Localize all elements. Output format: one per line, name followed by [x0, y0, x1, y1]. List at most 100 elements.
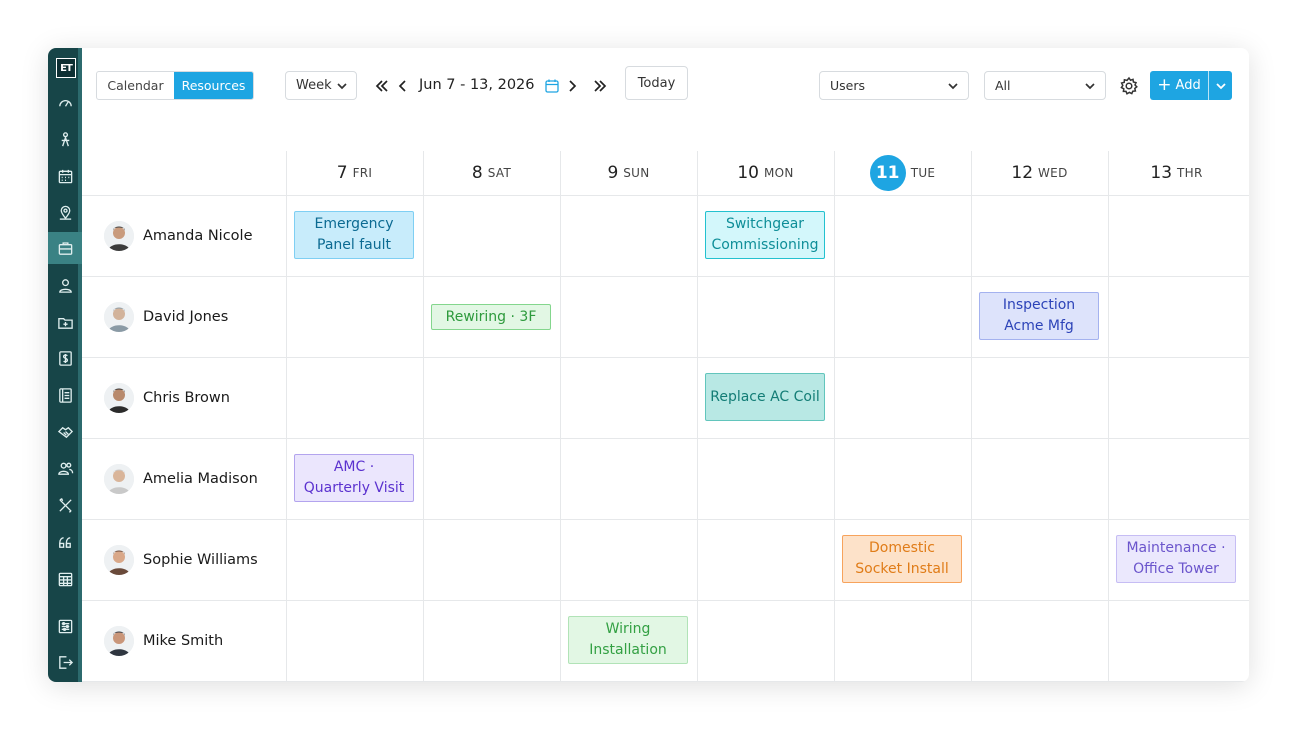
chevron-down-icon	[1084, 80, 1096, 95]
event-title: Switchgear Commissioning	[711, 216, 819, 253]
chevron-right-icon[interactable]	[564, 78, 580, 94]
sidebar-item-logout[interactable]	[48, 646, 82, 678]
sidebar-item-calendar[interactable]	[48, 160, 82, 192]
map-pin-icon	[59, 205, 71, 220]
day-header-sat[interactable]: 8 SAT	[423, 151, 560, 195]
day-number: 9	[607, 163, 619, 183]
day-of-week: MON	[763, 166, 794, 180]
row-divider	[82, 195, 1249, 196]
sidebar-item-map-pin[interactable]	[48, 196, 82, 228]
avatar	[104, 302, 134, 332]
users-icon	[57, 462, 73, 475]
sidebar-item-document[interactable]	[48, 379, 82, 411]
sidebar-item-sliders[interactable]	[48, 610, 82, 642]
event-card[interactable]: Rewiring · 3F	[431, 304, 551, 330]
day-header-mon[interactable]: 10 MON	[697, 151, 834, 195]
event-card[interactable]: Domestic Socket Install	[842, 535, 962, 583]
column-divider	[697, 151, 698, 682]
day-header-fri[interactable]: 7 FRI	[286, 151, 423, 195]
day-of-week: TUE	[910, 166, 936, 180]
logout-icon	[58, 655, 73, 669]
tools-icon	[58, 497, 72, 513]
tab-resources[interactable]: Resources	[174, 72, 253, 99]
row-divider	[82, 681, 1249, 682]
avatar	[104, 383, 134, 413]
day-number: 10	[737, 163, 759, 183]
resource-row-person[interactable]: Chris Brown	[104, 383, 230, 413]
today-button[interactable]: Today	[625, 66, 688, 100]
day-of-week: WED	[1038, 166, 1068, 180]
resource-row-person[interactable]: Amanda Nicole	[104, 221, 253, 251]
spreadsheet-icon	[58, 572, 72, 586]
sidebar-item-spreadsheet[interactable]	[48, 563, 82, 595]
sidebar-item-dollar[interactable]	[48, 342, 82, 374]
row-divider	[82, 357, 1249, 358]
sidebar-item-dashboard[interactable]	[48, 86, 82, 118]
briefcase-icon	[58, 241, 72, 255]
day-number: 13	[1150, 163, 1173, 183]
event-card[interactable]: AMC · Quarterly Visit	[294, 454, 414, 502]
app-window: ET Calendar Resources Week Jun 7 - 13, 2…	[48, 48, 1249, 682]
resource-row-person[interactable]: Mike Smith	[104, 626, 223, 656]
date-range-label: Jun 7 - 13, 2026	[419, 77, 535, 93]
person-name: Mike Smith	[143, 633, 224, 649]
event-title: Rewiring · 3F	[445, 308, 537, 325]
add-button[interactable]: + Add	[1150, 71, 1208, 100]
calendar-picker-icon[interactable]	[544, 78, 560, 94]
double-chevron-right-icon[interactable]	[592, 78, 608, 94]
user-icon	[58, 278, 72, 293]
document-icon	[58, 387, 72, 403]
calendar-icon	[58, 169, 72, 183]
add-button-group: + Add	[1150, 71, 1232, 100]
column-divider	[560, 151, 561, 682]
day-header-sun[interactable]: 9 SUN	[560, 151, 697, 195]
sidebar-item-briefcase[interactable]	[48, 232, 82, 264]
person-name: David Jones	[143, 309, 229, 325]
avatar	[104, 626, 134, 656]
chevron-left-icon[interactable]	[395, 78, 411, 94]
event-card[interactable]: Emergency Panel fault	[294, 211, 414, 259]
event-card[interactable]: Wiring Installation	[568, 616, 688, 664]
person-name: Amanda Nicole	[143, 228, 253, 244]
sidebar-item-person-pin[interactable]	[48, 123, 82, 155]
sidebar-item-users[interactable]	[48, 452, 82, 484]
day-of-week: FRI	[352, 166, 373, 180]
sliders-icon	[58, 619, 72, 633]
sidebar-item-handshake[interactable]	[48, 416, 82, 448]
tab-calendar[interactable]: Calendar	[97, 72, 174, 99]
resource-row-person[interactable]: David Jones	[104, 302, 228, 332]
add-dropdown-toggle[interactable]	[1209, 71, 1232, 100]
main-panel: Calendar Resources Week Jun 7 - 13, 2026…	[82, 48, 1249, 682]
day-header-tue[interactable]: 11 TUE	[834, 151, 971, 195]
row-divider	[82, 276, 1249, 277]
person-name: Sophie Williams	[143, 552, 258, 568]
row-divider	[82, 438, 1249, 439]
gear-icon[interactable]	[1119, 76, 1139, 96]
day-number: 7	[336, 163, 348, 183]
day-header-wed[interactable]: 12 WED	[971, 151, 1108, 195]
range-select-value: Week	[296, 78, 332, 93]
sidebar-item-folder-plus[interactable]	[48, 306, 82, 338]
column-divider	[286, 151, 287, 682]
today-button-label: Today	[637, 75, 676, 91]
double-chevron-left-icon[interactable]	[374, 78, 390, 94]
app-logo[interactable]: ET	[56, 58, 76, 78]
resource-row-person[interactable]: Amelia Madison	[104, 464, 258, 494]
range-select[interactable]: Week	[285, 71, 357, 100]
avatar	[104, 464, 134, 494]
resource-row-person[interactable]: Sophie Williams	[104, 545, 258, 575]
day-header-thr[interactable]: 13 THR	[1108, 151, 1245, 195]
all-filter-select[interactable]: All	[984, 71, 1106, 100]
avatar	[104, 221, 134, 251]
event-card[interactable]: Inspection Acme Mfg	[979, 292, 1099, 340]
column-divider	[1108, 151, 1109, 682]
sidebar-item-tools[interactable]	[48, 489, 82, 521]
folder-plus-icon	[57, 317, 73, 329]
sidebar-item-quote[interactable]	[48, 526, 82, 558]
event-card[interactable]: Maintenance · Office Tower	[1116, 535, 1236, 583]
event-card[interactable]: Replace AC Coil	[705, 373, 825, 421]
users-filter-select[interactable]: Users	[819, 71, 969, 100]
event-card[interactable]: Switchgear Commissioning	[705, 211, 825, 259]
sidebar-item-user[interactable]	[48, 269, 82, 301]
avatar	[104, 545, 134, 575]
